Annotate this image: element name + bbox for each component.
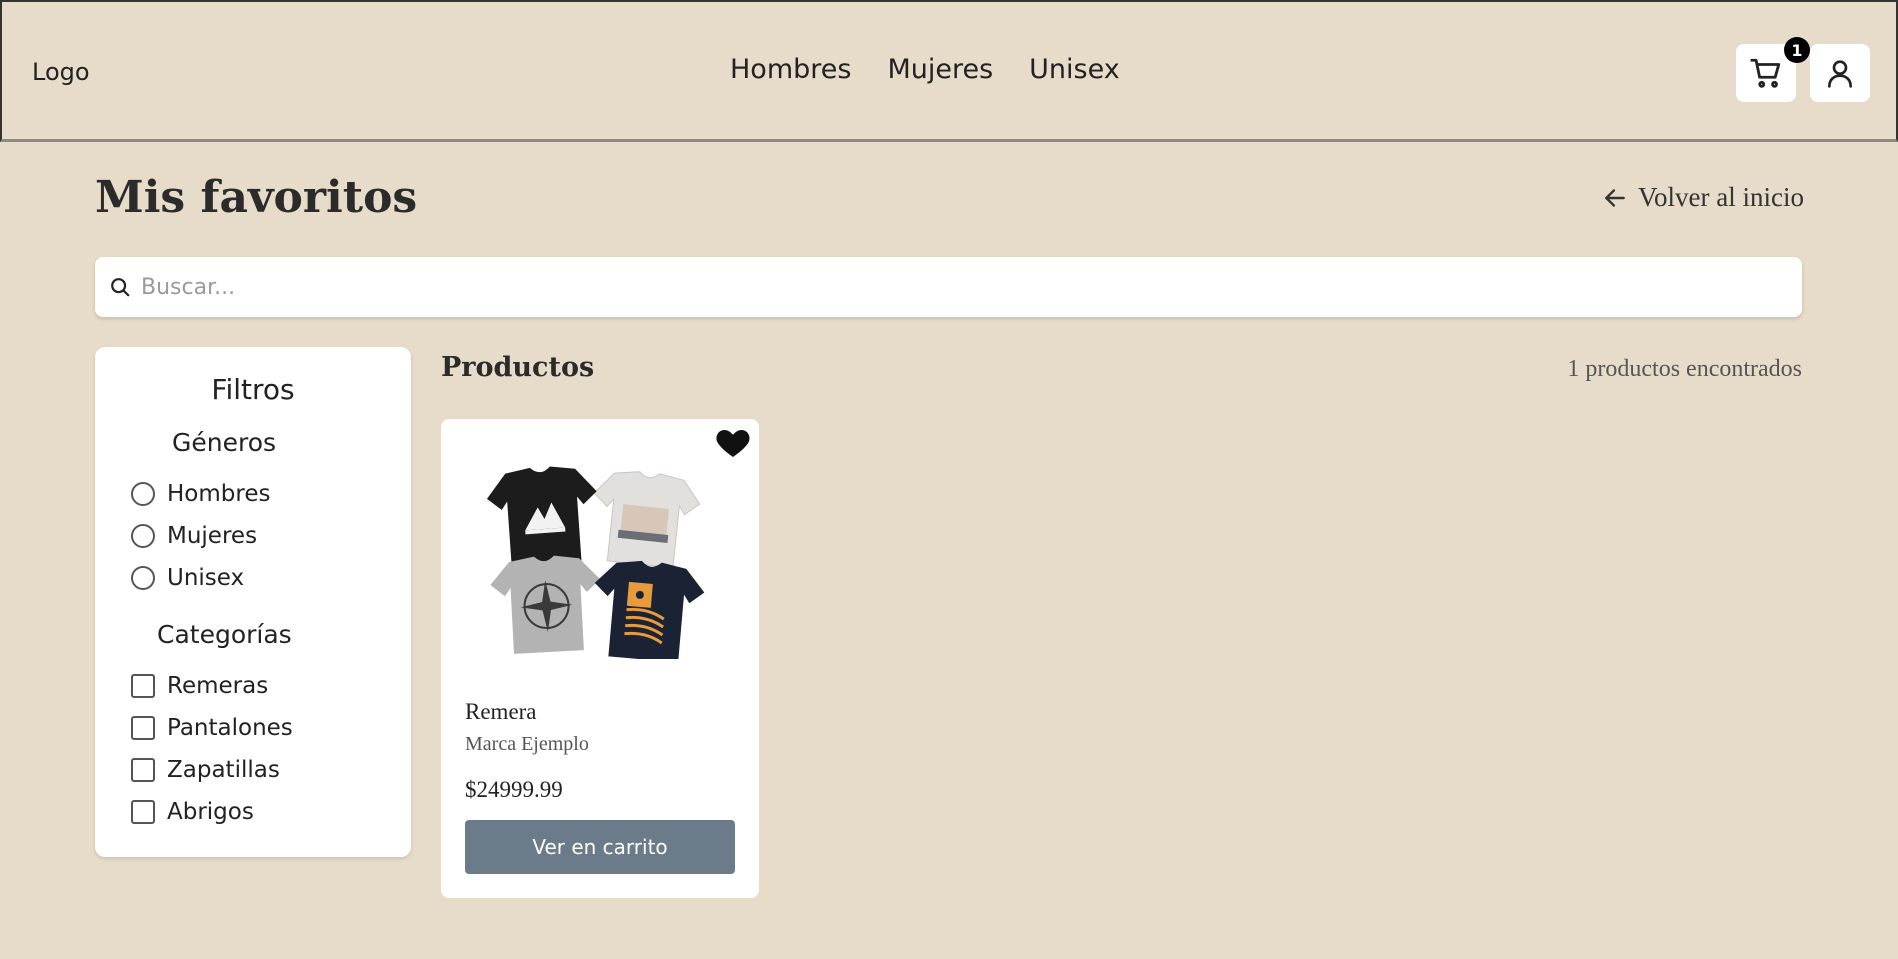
- view-in-cart-button[interactable]: Ver en carrito: [465, 820, 735, 874]
- gender-option-mujeres[interactable]: Mujeres: [131, 523, 257, 549]
- products-title: Productos: [441, 352, 595, 383]
- category-label: Zapatillas: [167, 757, 280, 783]
- cart-count-badge: 1: [1784, 37, 1810, 63]
- category-option-pantalones[interactable]: Pantalones: [131, 715, 293, 741]
- checkbox-remeras[interactable]: [131, 674, 155, 698]
- category-option-zapatillas[interactable]: Zapatillas: [131, 757, 280, 783]
- product-image: [486, 466, 705, 659]
- product-brand: Marca Ejemplo: [465, 733, 589, 755]
- radio-hombres[interactable]: [131, 482, 155, 506]
- logo[interactable]: Logo: [32, 58, 90, 86]
- gender-label: Hombres: [167, 481, 271, 507]
- products-count: 1 productos encontrados: [1567, 356, 1802, 382]
- checkbox-pantalones[interactable]: [131, 716, 155, 740]
- gender-label: Unisex: [167, 565, 245, 591]
- heart-filled-icon[interactable]: [715, 425, 751, 459]
- filters-panel: Filtros Géneros Hombres Mujeres Unisex C…: [95, 347, 411, 857]
- checkbox-zapatillas[interactable]: [131, 758, 155, 782]
- gender-label: Mujeres: [167, 523, 258, 549]
- user-icon: [1828, 60, 1852, 88]
- nav-hombres[interactable]: Hombres: [730, 54, 851, 85]
- main-nav: Hombres Mujeres Unisex: [730, 54, 1120, 85]
- category-label: Pantalones: [167, 715, 293, 741]
- back-home-link[interactable]: Volver al inicio: [1602, 182, 1804, 213]
- user-button[interactable]: [1810, 44, 1870, 102]
- gender-option-unisex[interactable]: Unisex: [131, 565, 244, 591]
- genders-title: Géneros: [172, 428, 277, 457]
- radio-mujeres[interactable]: [131, 524, 155, 548]
- category-option-abrigos[interactable]: Abrigos: [131, 799, 254, 825]
- cart-icon: [1750, 58, 1781, 88]
- category-label: Remeras: [167, 673, 269, 699]
- checkbox-abrigos[interactable]: [131, 800, 155, 824]
- arrow-left-icon: [1605, 188, 1625, 207]
- category-option-remeras[interactable]: Remeras: [131, 673, 268, 699]
- cart-button[interactable]: 1: [1736, 37, 1810, 102]
- product-name: Remera: [465, 699, 537, 724]
- nav-unisex[interactable]: Unisex: [1029, 54, 1120, 85]
- categories-title: Categorías: [157, 620, 292, 649]
- radio-unisex[interactable]: [131, 566, 155, 590]
- product-card[interactable]: Remera Marca Ejemplo $24999.99 Ver en ca…: [441, 419, 759, 898]
- nav-mujeres[interactable]: Mujeres: [887, 54, 993, 85]
- search-input[interactable]: [141, 274, 1741, 300]
- search-icon: [111, 278, 130, 297]
- category-label: Abrigos: [167, 799, 254, 825]
- filters-title: Filtros: [211, 373, 295, 406]
- top-header: Logo Hombres Mujeres Unisex 1: [0, 0, 1898, 142]
- page-title: Mis favoritos: [95, 172, 418, 223]
- back-home-label: Volver al inicio: [1638, 182, 1804, 212]
- gender-option-hombres[interactable]: Hombres: [131, 481, 270, 507]
- search-bar: [95, 257, 1802, 317]
- product-price: $24999.99: [465, 777, 563, 802]
